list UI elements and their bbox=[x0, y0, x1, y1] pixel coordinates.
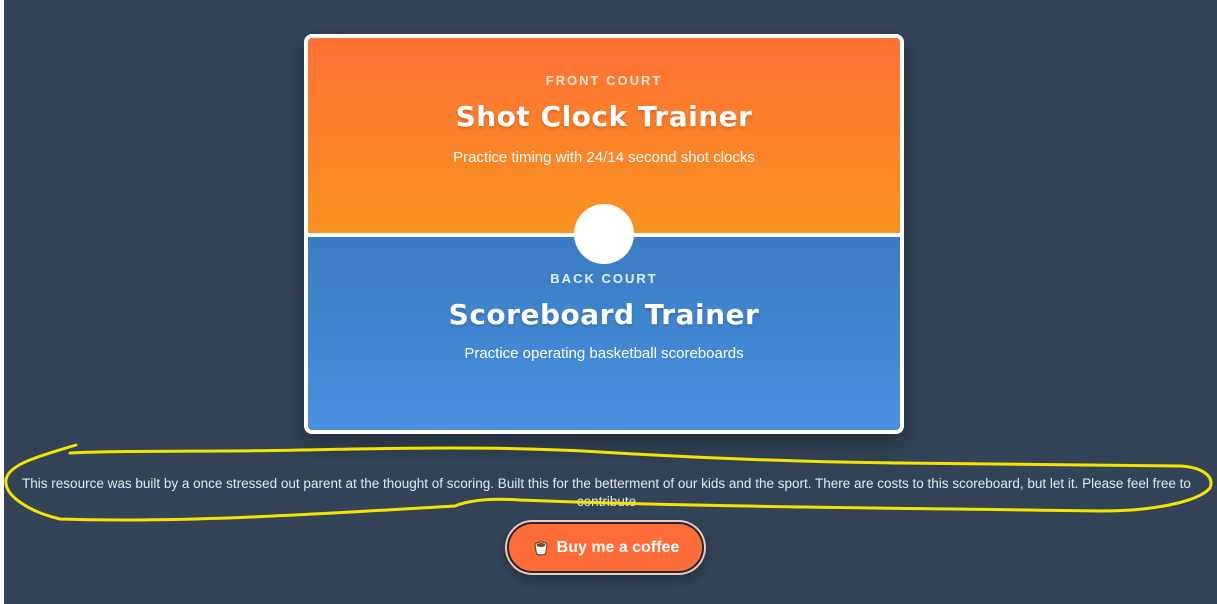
scoreboard-trainer-card[interactable]: BACK COURT Scoreboard Trainer Practice o… bbox=[308, 237, 900, 430]
back-court-label: BACK COURT bbox=[550, 271, 658, 286]
footer-note: This resource was built by a once stress… bbox=[22, 476, 1191, 509]
scoreboard-trainer-title: Scoreboard Trainer bbox=[448, 298, 760, 331]
court-card: FRONT COURT Shot Clock Trainer Practice … bbox=[304, 34, 904, 434]
coffee-button-label: Buy me a coffee bbox=[556, 538, 680, 556]
scoreboard-trainer-description: Practice operating basketball scoreboard… bbox=[464, 345, 744, 362]
shot-clock-trainer-description: Practice timing with 24/14 second shot c… bbox=[453, 149, 755, 166]
shot-clock-trainer-title: Shot Clock Trainer bbox=[455, 100, 753, 133]
center-court-circle bbox=[574, 204, 634, 264]
page-background: FRONT COURT Shot Clock Trainer Practice … bbox=[4, 0, 1217, 604]
front-court-label: FRONT COURT bbox=[545, 73, 663, 88]
coffee-cup-icon bbox=[532, 539, 550, 557]
buy-me-a-coffee-button[interactable]: Buy me a coffee bbox=[507, 522, 704, 573]
